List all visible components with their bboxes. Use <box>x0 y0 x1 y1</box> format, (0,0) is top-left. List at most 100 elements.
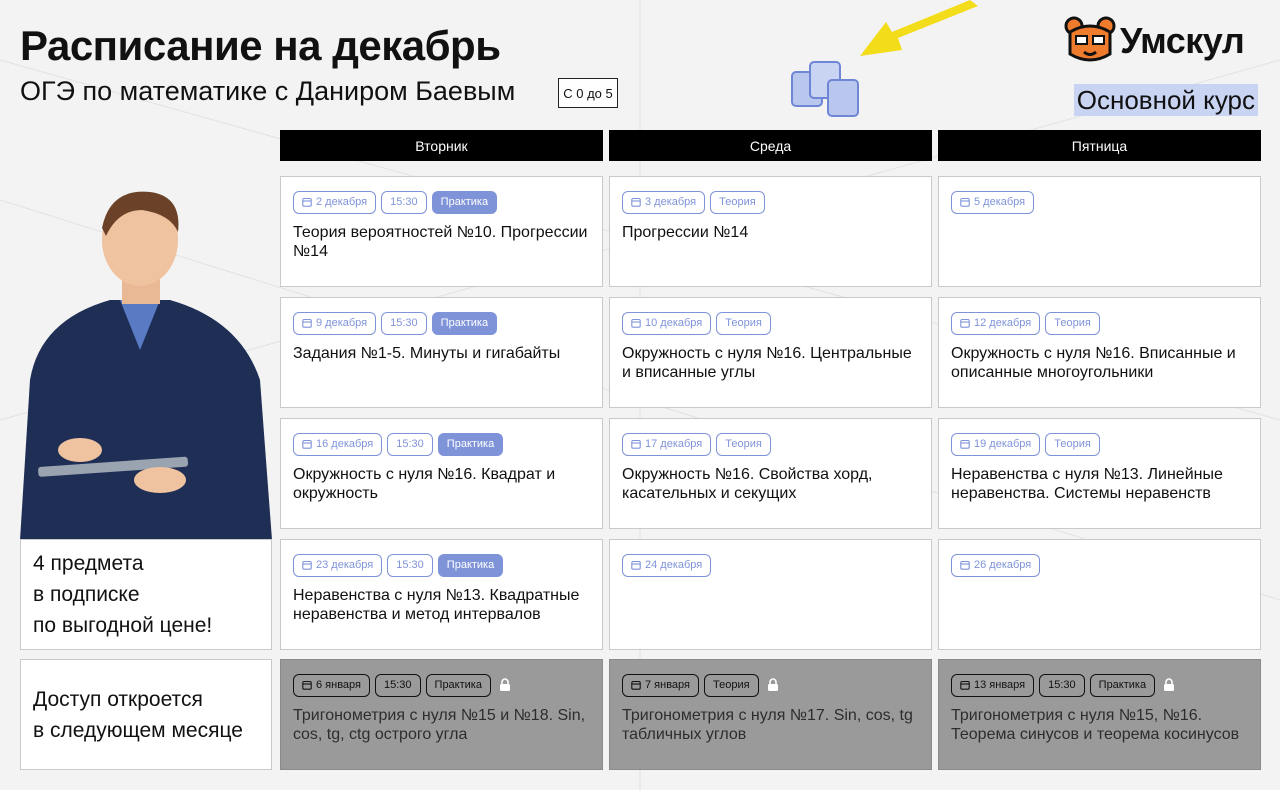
lesson-title: Задания №1-5. Минуты и гигабайты <box>293 345 561 362</box>
lock-icon <box>1163 678 1175 692</box>
type-tag: Теория <box>1045 432 1100 456</box>
lesson-title: Окружность с нуля №16. Квадрат и окружно… <box>293 466 556 502</box>
type-tag: Теория <box>716 432 771 456</box>
date-label: 24 декабря <box>645 559 703 571</box>
date-label: 7 января <box>645 679 690 691</box>
date-tag: 5 декабря <box>951 190 1035 214</box>
lesson-tags: 17 декабря Теория <box>622 432 919 456</box>
date-tag: 13 января <box>951 673 1035 697</box>
lesson-tags: 13 января 15:30 Практика <box>951 673 1248 697</box>
lesson-tags: 16 декабря 15:30 Практика <box>293 432 590 456</box>
lesson-title: Окружность с нуля №16. Центральные и впи… <box>622 345 912 381</box>
calendar-icon <box>960 680 970 690</box>
access-line: в следующем месяце <box>33 718 243 742</box>
date-tag: 16 декабря <box>293 432 383 456</box>
lesson-card[interactable]: 19 декабря Теория Неравенства с нуля №13. … <box>938 418 1261 529</box>
lesson-tags: 23 декабря 15:30 Практика <box>293 553 590 577</box>
lesson-tags: 9 декабря 15:30 Практика <box>293 311 590 335</box>
grade-badge: С 0 до 5 <box>558 78 618 108</box>
time-tag: 15:30 <box>387 432 433 456</box>
lesson-card-locked[interactable]: 13 января 15:30 Практика Тригонометрия с ну… <box>938 659 1261 770</box>
calendar-icon <box>302 560 312 570</box>
calendar-icon <box>631 197 641 207</box>
lesson-card[interactable]: 23 декабря 15:30 Практика Неравенства с нул… <box>280 539 603 650</box>
date-tag: 24 декабря <box>622 553 712 577</box>
lesson-title: Тригонометрия с нуля №15 и №18. Sin, cos… <box>293 707 586 743</box>
date-tag: 26 декабря <box>951 553 1041 577</box>
date-label: 12 декабря <box>974 317 1032 329</box>
promo-box: 4 предмета в подписке по выгодной цене! <box>20 539 272 650</box>
calendar-icon <box>960 197 970 207</box>
lesson-card[interactable]: 5 декабря <box>938 176 1261 287</box>
date-tag: 10 декабря <box>622 311 712 335</box>
date-label: 3 декабря <box>645 196 697 208</box>
date-label: 23 декабря <box>316 559 374 571</box>
date-tag: 12 декабря <box>951 311 1041 335</box>
date-tag: 6 января <box>293 673 370 697</box>
lesson-tags: 3 декабря Теория <box>622 190 919 214</box>
date-label: 19 декабря <box>974 438 1032 450</box>
page-subtitle: ОГЭ по математике с Даниром Баевым <box>20 76 516 106</box>
date-tag: 3 декабря <box>622 190 706 214</box>
lesson-tags: 19 декабря Теория <box>951 432 1248 456</box>
lesson-card-locked[interactable]: 7 января Теория Тригонометрия с нуля №17. … <box>609 659 932 770</box>
arrow-decoration-icon <box>791 0 978 117</box>
teacher-photo <box>20 191 272 540</box>
time-tag: 15:30 <box>381 190 427 214</box>
date-tag: 9 декабря <box>293 311 377 335</box>
type-tag: Теория <box>704 673 759 697</box>
type-tag: Теория <box>716 311 771 335</box>
date-tag: 2 декабря <box>293 190 377 214</box>
time-tag: 15:30 <box>1039 673 1085 697</box>
lesson-card[interactable]: 2 декабря 15:30 Практика Теория вероятносте… <box>280 176 603 287</box>
lesson-title: Прогрессии №14 <box>622 224 749 241</box>
lesson-card[interactable]: 3 декабря Теория Прогрессии №14 <box>609 176 932 287</box>
lesson-card[interactable]: 26 декабря <box>938 539 1261 650</box>
calendar-icon <box>960 560 970 570</box>
day-header-friday: Пятница <box>938 130 1261 161</box>
access-line: Доступ откроется <box>33 687 203 711</box>
lesson-tags: 7 января Теория <box>622 673 919 697</box>
lesson-card[interactable]: 24 декабря <box>609 539 932 650</box>
calendar-icon <box>631 318 641 328</box>
page-title: Расписание на декабрь <box>20 22 501 69</box>
lesson-card-locked[interactable]: 6 января 15:30 Практика Тригонометрия с нул… <box>280 659 603 770</box>
lesson-tags: 10 декабря Теория <box>622 311 919 335</box>
lock-icon <box>499 678 511 692</box>
date-label: 17 декабря <box>645 438 703 450</box>
promo-line: по выгодной цене! <box>33 614 213 637</box>
calendar-icon <box>302 439 312 449</box>
brand-logo: Умскул <box>1064 16 1245 66</box>
promo-line: 4 предмета <box>33 552 144 575</box>
lesson-tags: 26 декабря <box>951 553 1248 577</box>
lesson-card[interactable]: 12 декабря Теория Окружность с нуля №16. В… <box>938 297 1261 408</box>
calendar-icon <box>631 680 641 690</box>
calendar-icon <box>631 439 641 449</box>
time-tag: 15:30 <box>381 311 427 335</box>
date-label: 9 декабря <box>316 317 368 329</box>
bear-logo-icon <box>1064 16 1116 62</box>
day-header-tuesday: Вторник <box>280 130 603 161</box>
time-tag: 15:30 <box>375 673 421 697</box>
lesson-title: Окружность с нуля №16. Вписанные и описа… <box>951 345 1236 381</box>
lesson-title: Неравенства с нуля №13. Линейные неравен… <box>951 466 1223 502</box>
calendar-icon <box>302 680 312 690</box>
date-label: 13 января <box>974 679 1026 691</box>
promo-line: в подписке <box>33 583 140 606</box>
type-tag: Практика <box>431 190 498 214</box>
type-tag: Практика <box>1089 673 1156 697</box>
date-tag: 23 декабря <box>293 553 383 577</box>
lesson-tags: 6 января 15:30 Практика <box>293 673 590 697</box>
access-box: Доступ откроется в следующем месяце <box>20 659 272 770</box>
course-label: Основной курс <box>1073 84 1258 116</box>
lesson-tags: 12 декабря Теория <box>951 311 1248 335</box>
lesson-card[interactable]: 10 декабря Теория Окружность с нуля №16. Ц… <box>609 297 932 408</box>
date-label: 26 декабря <box>974 559 1032 571</box>
calendar-icon <box>302 318 312 328</box>
lesson-card[interactable]: 17 декабря Теория Окружность №16. Свойства… <box>609 418 932 529</box>
calendar-icon <box>302 197 312 207</box>
type-tag: Теория <box>710 190 765 214</box>
date-label: 16 декабря <box>316 438 374 450</box>
lesson-card[interactable]: 9 декабря 15:30 Практика Задания №1-5. Мину… <box>280 297 603 408</box>
lesson-card[interactable]: 16 декабря 15:30 Практика Окружность с нуля… <box>280 418 603 529</box>
